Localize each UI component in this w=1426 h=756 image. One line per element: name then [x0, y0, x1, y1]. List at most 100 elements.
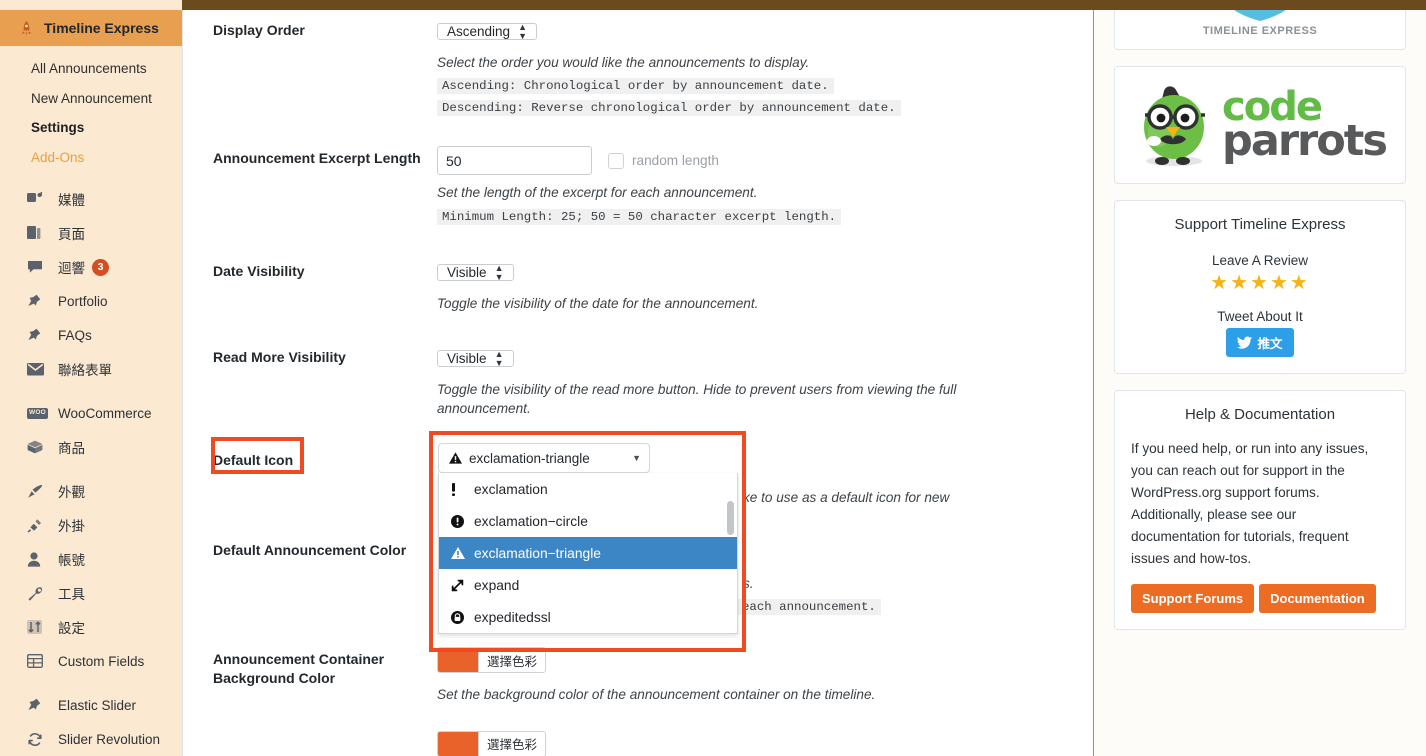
star-rating[interactable]: ★★★★★: [1115, 270, 1405, 295]
timeline-express-submenu: All Announcements New Announcement Setti…: [0, 46, 182, 182]
dropdown-option-exclamation-triangle[interactable]: exclamation−triangle: [439, 537, 737, 569]
sidebar-item-slider-revolution[interactable]: Slider Revolution: [0, 722, 182, 756]
display-order-select[interactable]: Ascending: [437, 23, 538, 40]
sidebar-item-pages[interactable]: 頁面: [0, 216, 182, 250]
submenu-item-new-announcement[interactable]: New Announcement: [0, 84, 182, 114]
exclamation-triangle-icon: [449, 452, 462, 464]
excerpt-length-input[interactable]: [437, 146, 592, 176]
help-widget-title: Help & Documentation: [1184, 405, 1336, 423]
leave-a-review-label: Leave A Review: [1211, 252, 1309, 268]
field-display-order: Display Order Ascending ▲ ▼ Select the or…: [183, 18, 1092, 117]
twitter-icon: [1237, 336, 1253, 349]
field-next-color: 選擇色彩: [183, 730, 1092, 756]
sidebar-item-appearance[interactable]: 外觀: [0, 474, 182, 508]
dropdown-option-expand[interactable]: expand: [439, 569, 737, 601]
field-read-more-visibility: Read More Visibility Visible ▲ ▼ Toggle t…: [183, 345, 1092, 419]
field-label: Default Icon: [213, 452, 294, 469]
dropdown-option-label: exclamation: [474, 481, 548, 497]
container-bg-color-picker[interactable]: 選擇色彩: [437, 647, 547, 674]
field-description: Select the order you would like the anno…: [437, 55, 810, 70]
sidebar-item-label: 聯絡表單: [58, 363, 112, 379]
field-description-fragment: s.: [743, 575, 754, 591]
wordpress-admin-screen: Timeline Express All Announcements New A…: [0, 0, 1426, 756]
field-date-visibility: Date Visibility Visible ▲ ▼ Toggle the vi…: [183, 259, 1092, 313]
sidebar-item-plugins[interactable]: 外掛: [0, 508, 182, 542]
plug-icon: [27, 518, 49, 533]
support-widget-title: Support Timeline Express: [1174, 216, 1346, 233]
sidebar-item-settings[interactable]: 設定: [0, 610, 182, 644]
tweet-button[interactable]: 推文: [1226, 327, 1294, 357]
parrot-icon: [1144, 86, 1206, 166]
envelope-icon: [27, 362, 49, 376]
default-icon-option-list[interactable]: exclamation exclamation−circle exclamati…: [438, 473, 738, 634]
color-picker-label: 選擇色彩: [478, 648, 545, 673]
submenu-item-add-ons[interactable]: Add-Ons: [0, 143, 182, 173]
exclamation-circle-icon: [451, 514, 469, 528]
sidebar-item-faqs[interactable]: FAQs: [0, 318, 182, 352]
admin-sidebar: Timeline Express All Announcements New A…: [0, 0, 182, 756]
color-picker-label: 選擇色彩: [478, 731, 545, 756]
display-order-select-wrap[interactable]: Ascending ▲ ▼: [437, 18, 538, 45]
sidebar-item-media[interactable]: 媒體: [0, 182, 182, 216]
settings-form: Display Order Ascending ▲ ▼ Select the or…: [182, 10, 1092, 756]
field-label: Default Announcement Color: [213, 541, 407, 558]
dropdown-option-label: expeditedssl: [474, 609, 551, 625]
field-note-ascending: Ascending: Chronological order by announ…: [437, 78, 834, 95]
sidebar-item-comments[interactable]: 迴響 3: [0, 250, 182, 284]
sidebar-item-contact-form[interactable]: 聯絡表單: [0, 352, 182, 386]
support-forums-button[interactable]: Support Forums: [1131, 584, 1255, 614]
sidebar-item-woocommerce[interactable]: WOO WooCommerce: [0, 396, 182, 430]
sidebar-item-label: Portfolio: [58, 293, 108, 309]
submenu-item-settings[interactable]: Settings: [0, 113, 182, 143]
sidebar-item-portfolio[interactable]: Portfolio: [0, 284, 182, 318]
exclamation-triangle-icon: [451, 547, 469, 559]
next-color-picker[interactable]: 選擇色彩: [437, 730, 547, 756]
sidebar-item-label: 外觀: [58, 485, 85, 501]
color-swatch: [438, 731, 478, 756]
dropdown-option-exclamation-circle[interactable]: exclamation−circle: [439, 505, 737, 537]
expand-icon: [451, 579, 469, 592]
default-icon-dropdown[interactable]: exclamation-triangle ▼ exclamation excla…: [438, 443, 738, 634]
read-more-visibility-select-wrap[interactable]: Visible ▲ ▼: [437, 345, 514, 372]
sidebar-item-products[interactable]: 商品: [0, 430, 182, 464]
submenu-item-all-announcements[interactable]: All Announcements: [0, 54, 182, 84]
dropdown-option-label: exclamation−triangle: [474, 545, 601, 561]
sidebar-item-label: Timeline Express: [44, 20, 159, 36]
date-visibility-select-wrap[interactable]: Visible ▲ ▼: [437, 259, 514, 286]
field-note-descending: Descending: Reverse chronological order …: [437, 100, 901, 117]
sidebar-item-label: 設定: [58, 621, 85, 637]
menu-separator: [0, 678, 182, 688]
sidebar-item-label: 外掛: [58, 519, 85, 535]
comments-count-badge: 3: [92, 258, 109, 276]
help-widget-body: If you need help, or run into any issues…: [1131, 441, 1369, 567]
dropdown-scrollbar-thumb[interactable]: [727, 501, 734, 535]
date-visibility-select[interactable]: Visible: [437, 263, 514, 281]
field-label: Display Order: [213, 22, 305, 38]
field-label: Announcement Excerpt Length: [213, 150, 421, 167]
color-swatch: [438, 648, 478, 673]
field-description: Set the length of the excerpt for each a…: [437, 185, 758, 201]
sidebar-item-elastic-slider[interactable]: Elastic Slider: [0, 688, 182, 722]
codeparrots-widget[interactable]: code parrots: [1114, 66, 1406, 184]
codeparrots-logo: code parrots: [1127, 83, 1393, 167]
sidebar-item-tools[interactable]: 工具: [0, 576, 182, 610]
sidebar-item-label: FAQs: [58, 327, 92, 343]
read-more-visibility-select[interactable]: Visible: [437, 349, 514, 367]
tweet-button-label: 推文: [1257, 336, 1283, 351]
sidebar-item-label: Custom Fields: [58, 653, 145, 669]
default-icon-dropdown-toggle[interactable]: exclamation-triangle ▼: [438, 443, 650, 473]
sidebar-item-label: 工具: [58, 587, 85, 603]
sidebar-item-custom-fields[interactable]: Custom Fields: [0, 644, 182, 678]
random-length-label: random length: [632, 153, 719, 169]
random-length-checkbox[interactable]: [608, 152, 624, 169]
timeline-express-logo: TIMELINE EXPRESS: [1115, 10, 1405, 37]
pin-icon: [27, 328, 49, 343]
documentation-button[interactable]: Documentation: [1259, 584, 1376, 614]
support-widget: Support Timeline Express Leave A Review …: [1114, 200, 1406, 374]
sidebar-item-timeline-express[interactable]: Timeline Express: [0, 10, 182, 46]
lock-icon: [451, 610, 469, 624]
sidebar-item-users[interactable]: 帳號: [0, 542, 182, 576]
dropdown-option-exclamation[interactable]: exclamation: [439, 473, 737, 505]
dropdown-option-expeditedssl[interactable]: expeditedssl: [439, 601, 737, 633]
media-icon: [27, 192, 49, 206]
